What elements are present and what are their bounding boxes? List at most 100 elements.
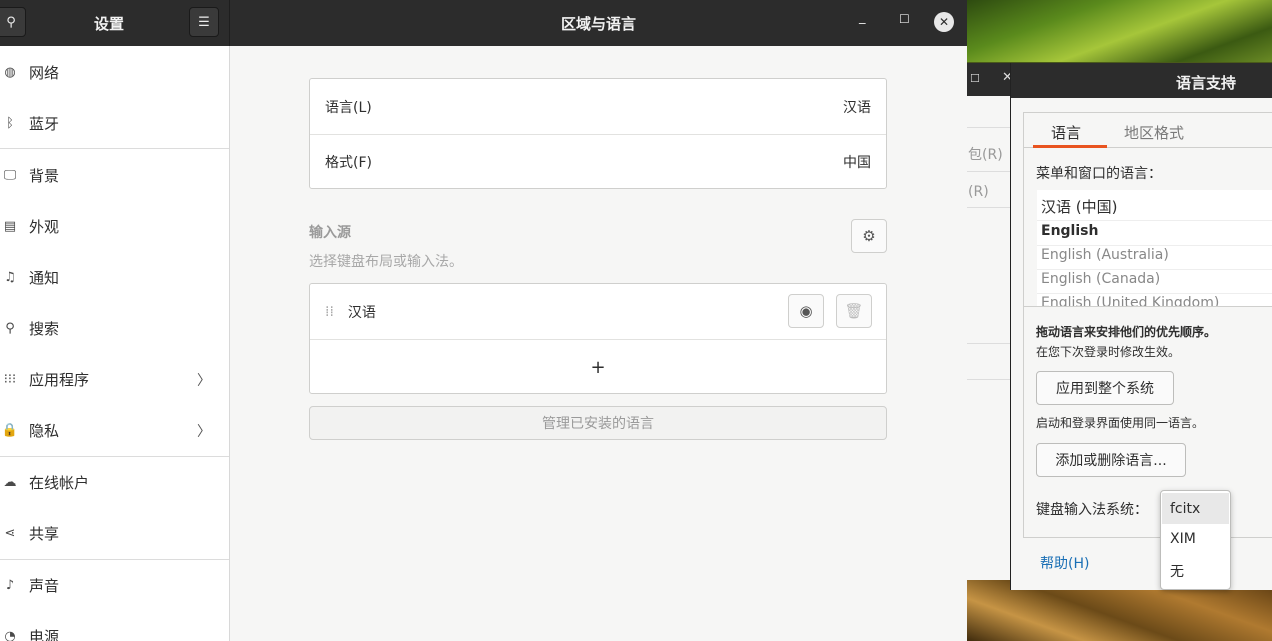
sidebar-item-applications[interactable]: ⁝⁝⁝ 应用程序 〉 <box>0 354 229 405</box>
appearance-icon: ▤ <box>3 219 17 234</box>
language-support-header: 语言支持 <box>1011 63 1272 98</box>
list-item[interactable]: English (United Kingdom) <box>1041 295 1219 306</box>
chevron-right-icon: 〉 <box>197 423 211 440</box>
drag-hint-bold: 拖动语言来安排他们的优先顺序。 <box>1036 325 1217 339</box>
globe-icon: ◍ <box>4 65 16 80</box>
format-row[interactable]: 格式(F) 中国 <box>310 135 886 189</box>
region-language-panel: 语言(L) 汉语 格式(F) 中国 输入源 选择键盘布局或输入法。 ⚙ ⁞⁞ 汉… <box>230 46 967 641</box>
sidebar-item-background[interactable]: 🖵 背景 <box>0 150 229 201</box>
background-window: ☐ ✕ 包(R) (R) <box>966 63 1013 580</box>
region-card: 语言(L) 汉语 格式(F) 中国 <box>309 78 887 189</box>
share-icon: ⋖ <box>4 526 16 541</box>
lock-icon: 🔒 <box>1 423 19 438</box>
menu-button[interactable]: ☰ <box>189 7 219 37</box>
sidebar-item-online-accounts[interactable]: ☁ 在线帐户 <box>0 457 229 508</box>
language-value: 汉语 <box>843 99 871 116</box>
list-item[interactable]: English <box>1041 223 1098 239</box>
sidebar-header: ⚲ 设置 ☰ <box>0 0 230 46</box>
settings-window: ⚲ 设置 ☰ 区域与语言 _ ☐ ✕ ◍ 网络 ᛒ 蓝牙 🖵 背景 ▤ 外观 ♫ <box>0 0 967 641</box>
add-input-source-button[interactable]: + <box>310 340 886 394</box>
sidebar-item-label: 共享 <box>29 525 60 543</box>
sidebar-item-notifications[interactable]: ♫ 通知 <box>0 252 229 303</box>
power-icon: ◔ <box>4 629 16 641</box>
add-remove-languages-label: 添加或删除语言... <box>1055 453 1167 469</box>
sidebar-item-label: 隐私 <box>29 422 60 440</box>
maximize-icon[interactable]: ☐ <box>899 12 910 26</box>
list-item[interactable]: 汉语 (中国) <box>1041 196 1117 217</box>
sidebar: ◍ 网络 ᛒ 蓝牙 🖵 背景 ▤ 外观 ♫ 通知 ⚲ 搜索 ⁝⁝⁝ 应用程序 〉 <box>0 46 230 641</box>
background-window-header: ☐ ✕ <box>966 63 1013 96</box>
sidebar-item-appearance[interactable]: ▤ 外观 <box>0 201 229 252</box>
help-link[interactable]: 帮助(H) <box>1040 553 1089 573</box>
sidebar-item-label: 搜索 <box>29 320 60 338</box>
list-item[interactable]: English (Canada) <box>1041 271 1160 287</box>
gear-icon: ⚙ <box>862 227 876 245</box>
keyboard-im-label: 键盘输入法系统： <box>1036 502 1148 518</box>
sidebar-item-label: 外观 <box>29 218 60 236</box>
cloud-icon: ☁ <box>3 475 17 490</box>
search-icon: ⚲ <box>5 321 15 336</box>
input-settings-button[interactable]: ⚙ <box>851 219 887 253</box>
maximize-icon[interactable]: ☐ <box>970 72 980 85</box>
list-item[interactable]: English (Australia) <box>1041 247 1169 263</box>
close-button[interactable]: ✕ <box>934 12 954 32</box>
add-remove-languages-button[interactable]: 添加或删除语言... <box>1036 443 1186 477</box>
dropdown-option[interactable]: XIM <box>1162 523 1229 554</box>
search-button[interactable]: ⚲ <box>0 7 26 37</box>
close-icon: ✕ <box>938 15 950 29</box>
settings-title: 设置 <box>94 15 125 33</box>
apply-system-wide-button[interactable]: 应用到整个系统 <box>1036 371 1174 405</box>
dropdown-option-selected[interactable]: fcitx <box>1162 493 1229 524</box>
bell-icon: ♫ <box>4 270 16 285</box>
tab-region-formats[interactable]: 地区格式 <box>1124 122 1184 143</box>
im-system-dropdown[interactable]: fcitx XIM 无 <box>1160 490 1231 590</box>
preview-button[interactable]: ◉ <box>788 294 824 328</box>
minimize-icon[interactable]: _ <box>859 10 866 25</box>
eye-icon: ◉ <box>799 302 813 320</box>
background-item: 包(R) <box>968 147 1003 163</box>
language-support-title: 语言支持 <box>1176 74 1237 92</box>
input-sources-subtitle: 选择键盘布局或输入法。 <box>309 254 463 270</box>
sidebar-item-bluetooth[interactable]: ᛒ 蓝牙 <box>0 98 229 149</box>
search-icon: ⚲ <box>6 14 16 30</box>
dropdown-option[interactable]: 无 <box>1162 555 1229 586</box>
window-title: 区域与语言 <box>561 15 637 33</box>
apply-system-wide-label: 应用到整个系统 <box>1056 381 1154 397</box>
apps-grid-icon: ⁝⁝⁝ <box>3 372 17 387</box>
sidebar-item-network[interactable]: ◍ 网络 <box>0 47 229 98</box>
sidebar-item-label: 通知 <box>29 269 60 287</box>
sidebar-item-label: 应用程序 <box>29 371 90 389</box>
input-sources-title: 输入源 <box>309 225 351 241</box>
main-header: 区域与语言 _ ☐ <box>230 0 967 46</box>
language-label: 语言(L) <box>325 99 372 116</box>
background-item: (R) <box>968 184 989 200</box>
manage-languages-label: 管理已安装的语言 <box>542 416 654 432</box>
trash-icon: 🗑 <box>844 302 864 320</box>
sidebar-item-sharing[interactable]: ⋖ 共享 <box>0 508 229 559</box>
sidebar-item-label: 蓝牙 <box>29 115 60 133</box>
input-source-name: 汉语 <box>347 304 376 321</box>
manage-languages-button[interactable]: 管理已安装的语言 <box>309 406 887 440</box>
tab-language[interactable]: 语言 <box>1051 122 1081 143</box>
chevron-right-icon: 〉 <box>197 372 211 389</box>
login-hint: 启动和登录界面使用同一语言。 <box>1036 416 1205 430</box>
format-value: 中国 <box>843 155 871 171</box>
language-list[interactable]: 汉语 (中国) English English (Australia) Engl… <box>1037 190 1272 306</box>
format-label: 格式(F) <box>325 155 372 171</box>
wallpaper-top <box>966 0 1272 62</box>
language-row[interactable]: 语言(L) 汉语 <box>310 79 886 134</box>
sidebar-item-sound[interactable]: ♪ 声音 <box>0 560 229 611</box>
language-support-window: 语言支持 语言 地区格式 菜单和窗口的语言： 汉语 (中国) English E… <box>1010 63 1272 590</box>
plus-icon: + <box>590 356 606 378</box>
bluetooth-icon: ᛒ <box>6 116 14 131</box>
sidebar-item-label: 网络 <box>29 64 60 82</box>
menu-language-label: 菜单和窗口的语言： <box>1036 166 1162 182</box>
remove-button[interactable]: 🗑 <box>836 294 872 328</box>
sidebar-item-label: 电源 <box>29 628 60 641</box>
input-sources-card: ⁞⁞ 汉语 ◉ 🗑 + <box>309 283 887 394</box>
sidebar-item-search[interactable]: ⚲ 搜索 <box>0 303 229 354</box>
drag-handle-icon[interactable]: ⁞⁞ <box>325 304 334 320</box>
sidebar-item-power[interactable]: ◔ 电源 <box>0 611 229 641</box>
sidebar-item-label: 声音 <box>29 577 60 595</box>
sidebar-item-privacy[interactable]: 🔒 隐私 〉 <box>0 405 229 456</box>
